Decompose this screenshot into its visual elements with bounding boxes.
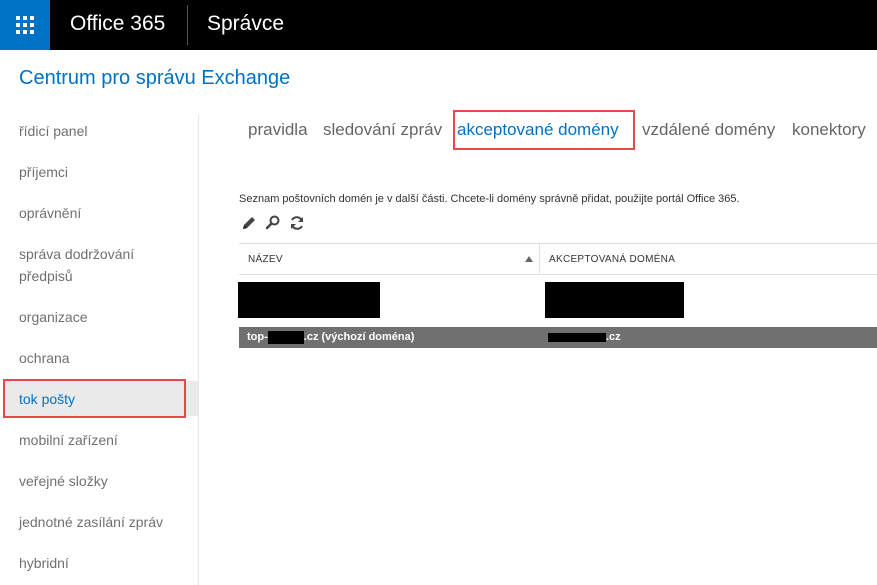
sidebar-item-protection[interactable]: ochrana	[19, 347, 189, 369]
top-bar: Office 365 Správce	[0, 0, 877, 50]
row-name-cell: top- .cz (výchozí doména)	[247, 327, 414, 348]
sidebar-item-public-folders[interactable]: veřejné složky	[19, 470, 189, 492]
sidebar-item-recipients[interactable]: příjemci	[19, 161, 189, 183]
tab-remote-domains[interactable]: vzdálené domény	[642, 120, 775, 140]
redacted-domain-fragment	[548, 332, 606, 342]
topbar-divider	[187, 5, 188, 45]
highlight-box-mail-flow	[3, 379, 186, 418]
app-name: Správce	[207, 12, 285, 35]
sidebar-item-organization[interactable]: organizace	[19, 306, 189, 328]
sidebar-item-dashboard[interactable]: řídicí panel	[19, 120, 189, 142]
sidebar-item-permissions[interactable]: oprávnění	[19, 202, 189, 224]
highlight-box-accepted-domains	[453, 110, 635, 150]
domain-suffix: .cz	[606, 331, 621, 343]
redacted-name-fragment	[267, 330, 304, 344]
tab-connectors[interactable]: konektory	[792, 120, 866, 140]
pencil-icon[interactable]	[240, 214, 258, 232]
page-title: Centrum pro správu Exchange	[19, 67, 291, 89]
column-divider[interactable]	[539, 244, 540, 275]
sort-ascending-icon	[525, 256, 533, 262]
sidebar-item-unified-messaging[interactable]: jednotné zasílání zpráv	[19, 511, 189, 533]
sidebar-divider	[198, 115, 199, 585]
sidebar-item-compliance[interactable]: správa dodržování předpisů	[19, 243, 159, 287]
redacted-domain-cell	[545, 282, 684, 318]
name-prefix: top-	[247, 331, 268, 343]
table-header: NÁZEV AKCEPTOVANÁ DOMÉNA	[239, 243, 877, 275]
search-icon[interactable]	[264, 214, 282, 232]
waffle-icon	[16, 16, 34, 34]
refresh-icon[interactable]	[288, 214, 306, 232]
table-row[interactable]: top- .cz (výchozí doména) .cz	[239, 327, 877, 348]
description-text: Seznam poštovních domén je v další části…	[239, 193, 740, 205]
column-header-accepted-domain[interactable]: AKCEPTOVANÁ DOMÉNA	[549, 244, 675, 275]
name-suffix: .cz (výchozí doména)	[303, 331, 415, 343]
sidebar-item-hybrid[interactable]: hybridní	[19, 552, 189, 574]
sidebar-item-mobile[interactable]: mobilní zařízení	[19, 429, 189, 451]
row-domain-cell: .cz	[548, 327, 621, 348]
column-header-name[interactable]: NÁZEV	[248, 244, 283, 275]
app-launcher-button[interactable]	[0, 0, 50, 50]
tab-message-trace[interactable]: sledování zpráv	[323, 120, 442, 140]
brand-title[interactable]: Office 365	[70, 12, 165, 36]
redacted-name-cell	[238, 282, 380, 318]
tab-rules[interactable]: pravidla	[248, 120, 308, 140]
